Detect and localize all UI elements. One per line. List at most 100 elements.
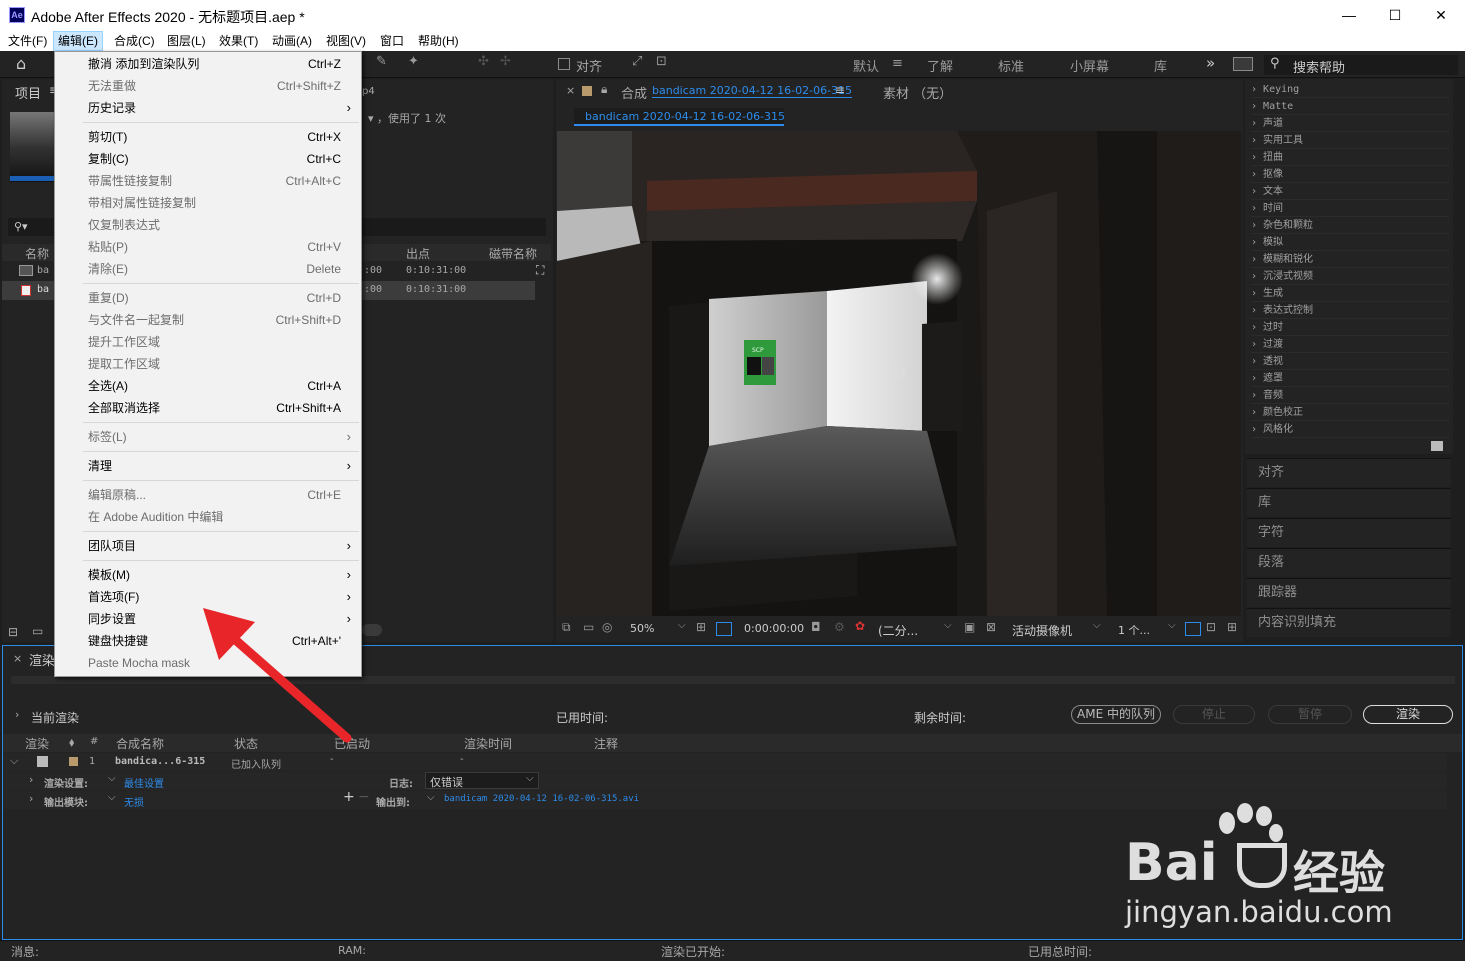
comp-tab-name[interactable]: bandicam 2020-04-12 16-02-06-315 (652, 84, 853, 98)
edit-menu-item[interactable]: 剪切(T) Ctrl+X (55, 126, 361, 148)
effect-category-item[interactable]: › 透视 (1251, 353, 1449, 370)
transparency-grid-icon[interactable]: ⊠ (986, 620, 996, 634)
edit-menu-item[interactable]: 无法重做 Ctrl+Shift+Z (55, 75, 361, 97)
panel-tracker[interactable]: 跟踪器 (1247, 578, 1451, 607)
menu-composition[interactable]: 合成(C) (110, 31, 159, 51)
log-select[interactable]: 仅错误 ⌵ (425, 772, 539, 789)
edit-menu-item[interactable]: 全部取消选择 Ctrl+Shift+A (55, 397, 361, 419)
menu-view[interactable]: 视图(V) (322, 31, 370, 51)
queue-in-ame-button[interactable]: AME 中的队列 (1071, 705, 1161, 724)
workspace-default[interactable]: 默认 (853, 56, 879, 75)
maximize-button[interactable]: ☐ (1372, 0, 1418, 31)
safe-zones-icon[interactable]: ⊞ (696, 620, 706, 634)
edit-menu-item[interactable]: 仅复制表达式 (55, 214, 361, 236)
pause-button[interactable]: 暂停 (1268, 705, 1352, 724)
edit-menu-item[interactable]: 复制(C) Ctrl+C (55, 148, 361, 170)
edit-menu-item[interactable]: 撤消 添加到渲染队列 Ctrl+Z (55, 53, 361, 75)
new-bin-icon[interactable] (1431, 441, 1443, 451)
workspace-menu-icon[interactable]: ≡ (892, 56, 903, 71)
close-tab-icon[interactable]: × (566, 84, 575, 97)
close-render-tab-icon[interactable]: × (13, 652, 22, 665)
comp-tab-menu[interactable]: ≡ (835, 83, 845, 97)
output-module-dropdown-icon[interactable]: ⌵ (108, 792, 116, 803)
effect-category-item[interactable]: › 颜色校正 (1251, 404, 1449, 421)
channel-icon[interactable]: ✿ (855, 619, 865, 633)
timeline-icon[interactable]: ⊞ (1227, 620, 1237, 634)
menu-window[interactable]: 窗口 (376, 31, 408, 51)
col-comment[interactable]: 注释 (594, 735, 618, 752)
effect-category-item[interactable]: › Matte (1251, 98, 1449, 115)
edit-menu-item[interactable]: 历史记录 › (55, 97, 361, 119)
pin-tool-icon[interactable]: ✦ (408, 54, 419, 69)
menu-animation[interactable]: 动画(A) (268, 31, 316, 51)
panel-content-aware-fill[interactable]: 内容识别填充 (1247, 608, 1451, 637)
output-module-chevron-icon[interactable]: › (29, 792, 33, 805)
output-to-value[interactable]: bandicam 2020-04-12 16-02-06-315.avi (444, 794, 639, 804)
edit-menu-item[interactable]: 清除(E) Delete (55, 258, 361, 280)
zoom-chevron-icon[interactable]: ⌵ (678, 620, 686, 631)
output-to-dropdown-icon[interactable]: ⌵ (427, 792, 435, 803)
interpret-footage-icon[interactable]: ⊟ (8, 625, 18, 639)
stop-button[interactable]: 停止 (1173, 705, 1255, 724)
output-module-value[interactable]: 无损 (124, 794, 144, 809)
region-icon[interactable] (716, 622, 732, 636)
effect-category-item[interactable]: › 过渡 (1251, 336, 1449, 353)
effect-category-item[interactable]: › 实用工具 (1251, 132, 1449, 149)
render-settings-value[interactable]: 最佳设置 (124, 775, 164, 790)
show-snapshot-icon[interactable]: ⚙ (834, 620, 845, 634)
comp-flowchart-icon[interactable]: ⊡ (1206, 620, 1216, 634)
edit-menu-item[interactable]: 全选(A) Ctrl+A (55, 375, 361, 397)
project-scrollbar[interactable] (362, 624, 382, 636)
fast-preview-icon[interactable]: ▣ (964, 620, 975, 634)
panel-character[interactable]: 字符 (1247, 518, 1451, 547)
edit-menu-item[interactable]: 清理 › (55, 455, 361, 477)
col-tape-name[interactable]: 磁带名称 (489, 245, 537, 262)
render-item-expand-icon[interactable]: ⌵ (10, 754, 18, 768)
menu-help[interactable]: 帮助(H) (414, 31, 463, 51)
col-render[interactable]: 渲染 (25, 735, 49, 752)
minimize-button[interactable]: — (1326, 0, 1372, 31)
pen-tool-icon[interactable]: ✎ (376, 54, 387, 69)
close-button[interactable]: ✕ (1418, 0, 1464, 31)
resolution-select[interactable]: (二分... (878, 622, 918, 639)
mask-icon[interactable]: ◎ (602, 620, 612, 634)
workspace-small-screen[interactable]: 小屏幕 (1070, 56, 1109, 75)
views-chevron-icon[interactable]: ⌵ (1168, 620, 1176, 631)
workspace-library[interactable]: 库 (1154, 56, 1167, 75)
menu-file[interactable]: 文件(F) (4, 31, 51, 51)
puppet-tool-icon[interactable]: ✣ (478, 54, 489, 69)
remove-output-module-icon[interactable]: − (358, 789, 370, 805)
edit-menu-item[interactable]: 提取工作区域 (55, 353, 361, 375)
edit-menu-item[interactable]: 带相对属性链接复制 (55, 192, 361, 214)
workspace-switch-icon[interactable] (1233, 57, 1253, 71)
menu-layer[interactable]: 图层(L) (163, 31, 210, 51)
effect-category-item[interactable]: › 时间 (1251, 200, 1449, 217)
current-timecode[interactable]: 0:00:00:00 (744, 622, 804, 635)
edit-menu-item[interactable]: 带属性链接复制 Ctrl+Alt+C (55, 170, 361, 192)
workspace-standard[interactable]: 标准 (998, 56, 1024, 75)
resolution-chevron-icon[interactable]: ⌵ (944, 620, 952, 631)
effect-category-item[interactable]: › 生成 (1251, 285, 1449, 302)
align-checkbox[interactable] (558, 58, 570, 70)
always-preview-icon[interactable]: ⧉ (562, 620, 571, 635)
effect-category-item[interactable]: › Keying (1251, 81, 1449, 98)
edit-menu-item[interactable]: 标签(L) › (55, 426, 361, 448)
views-select[interactable]: 1 个... (1118, 622, 1150, 638)
home-icon[interactable]: ⌂ (16, 54, 26, 73)
lock-icon[interactable]: 🔒︎ (601, 82, 607, 97)
panel-libraries[interactable]: 库 (1247, 488, 1451, 517)
edit-menu-item[interactable]: 在 Adobe Audition 中编辑 (55, 506, 361, 528)
comp-subtab[interactable]: bandicam 2020-04-12 16-02-06-315 (574, 108, 785, 126)
effect-category-item[interactable]: › 模糊和锐化 (1251, 251, 1449, 268)
effect-category-item[interactable]: › 沉浸式视频 (1251, 268, 1449, 285)
workspace-learn[interactable]: 了解 (927, 56, 953, 75)
effect-category-item[interactable]: › 文本 (1251, 183, 1449, 200)
render-checkbox[interactable] (37, 756, 48, 767)
puppet-starch-icon[interactable]: ✢ (500, 54, 511, 69)
effect-category-item[interactable]: › 模拟 (1251, 234, 1449, 251)
render-settings-dropdown-icon[interactable]: ⌵ (108, 773, 116, 784)
edit-menu-item[interactable]: 编辑原稿... Ctrl+E (55, 484, 361, 506)
col-comp-name[interactable]: 合成名称 (116, 735, 164, 752)
edit-menu-item[interactable]: 与文件名一起复制 Ctrl+Shift+D (55, 309, 361, 331)
edit-menu-item[interactable]: 粘贴(P) Ctrl+V (55, 236, 361, 258)
